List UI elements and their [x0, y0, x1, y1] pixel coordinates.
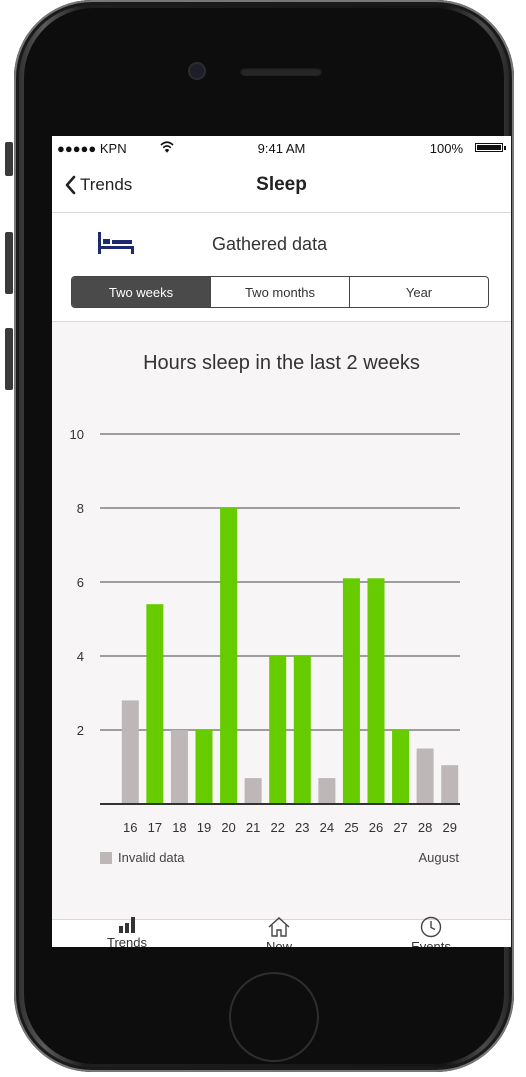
- page-title: Sleep: [256, 174, 307, 195]
- bar-valid: [195, 730, 213, 804]
- bar-valid: [220, 508, 238, 804]
- bar-valid: [367, 578, 385, 804]
- month-label: August: [418, 850, 459, 865]
- navigation-bar: Trends Sleep: [52, 158, 511, 213]
- tab-now-label: Now: [265, 939, 292, 947]
- segment-two-months[interactable]: Two months: [210, 277, 349, 307]
- x-tick-label: 23: [295, 820, 309, 835]
- mute-switch: [5, 142, 13, 176]
- bar-invalid: [121, 700, 139, 804]
- bed-icon: [98, 232, 134, 254]
- x-tick-label: 26: [369, 820, 383, 835]
- bar-invalid: [170, 730, 188, 804]
- volume-up-button: [5, 232, 13, 294]
- x-tick-label: 21: [246, 820, 260, 835]
- home-icon: [268, 917, 290, 937]
- x-tick-label: 29: [442, 820, 456, 835]
- bar-valid: [342, 578, 360, 804]
- bar-invalid: [416, 748, 434, 804]
- bar-valid: [269, 656, 287, 804]
- bar-valid: [146, 604, 164, 804]
- x-tick-label: 24: [320, 820, 334, 835]
- x-tick-label: 18: [172, 820, 186, 835]
- tab-events-label: Events: [411, 939, 451, 947]
- data-header: Gathered data Two weeks Two months Year: [52, 213, 511, 322]
- battery-icon: [475, 143, 506, 152]
- x-tick-label: 16: [123, 820, 137, 835]
- segment-two-weeks[interactable]: Two weeks: [72, 277, 210, 307]
- y-tick-label: 4: [77, 649, 84, 664]
- sleep-bar-chart: 24681016 17 18 19 20 21 22 23 24 25 26 27 28 29: [70, 427, 460, 835]
- x-tick-label: 27: [393, 820, 407, 835]
- earpiece-speaker: [240, 67, 322, 76]
- chart-legend: Invalid data: [100, 850, 185, 865]
- x-tick-label: 17: [148, 820, 162, 835]
- status-bar: ●●●●● KPN 9:41 AM 100%: [52, 136, 511, 158]
- clock-icon: [420, 916, 442, 938]
- y-tick-label: 10: [70, 427, 84, 442]
- x-tick-label: 19: [197, 820, 211, 835]
- x-tick-label: 25: [344, 820, 358, 835]
- y-tick-label: 8: [77, 501, 84, 516]
- front-camera: [190, 64, 204, 78]
- y-tick-label: 6: [77, 575, 84, 590]
- section-title: Gathered data: [212, 234, 328, 254]
- bar-valid: [293, 656, 311, 804]
- bar-invalid: [441, 765, 459, 804]
- y-tick-label: 2: [77, 723, 84, 738]
- tab-bar: Trends Now Events: [52, 916, 511, 947]
- bar-valid: [392, 730, 410, 804]
- bar-invalid: [318, 778, 336, 804]
- volume-down-button: [5, 328, 13, 390]
- x-tick-label: 22: [270, 820, 284, 835]
- bar-chart-icon: [119, 917, 135, 933]
- tab-events[interactable]: Events: [376, 916, 486, 947]
- legend-invalid-label: Invalid data: [118, 850, 185, 865]
- battery-percent: 100%: [429, 141, 463, 156]
- bar-invalid: [244, 778, 262, 804]
- tab-trends[interactable]: Trends: [72, 917, 182, 947]
- tab-trends-label: Trends: [107, 935, 147, 947]
- home-button[interactable]: [229, 972, 319, 1062]
- segment-year[interactable]: Year: [349, 277, 488, 307]
- x-tick-label: 28: [418, 820, 432, 835]
- x-tick-label: 20: [221, 820, 235, 835]
- chart-panel: Hours sleep in the last 2 weeks 2 4 6 8 10 16…: [52, 322, 511, 919]
- invalid-swatch: [100, 851, 112, 864]
- app-screen: ●●●●● KPN 9:41 AM 100% Trends Sleep Gath…: [52, 136, 511, 947]
- tab-now[interactable]: Now: [224, 917, 334, 947]
- period-selector: Two weeks Two months Year: [71, 276, 489, 308]
